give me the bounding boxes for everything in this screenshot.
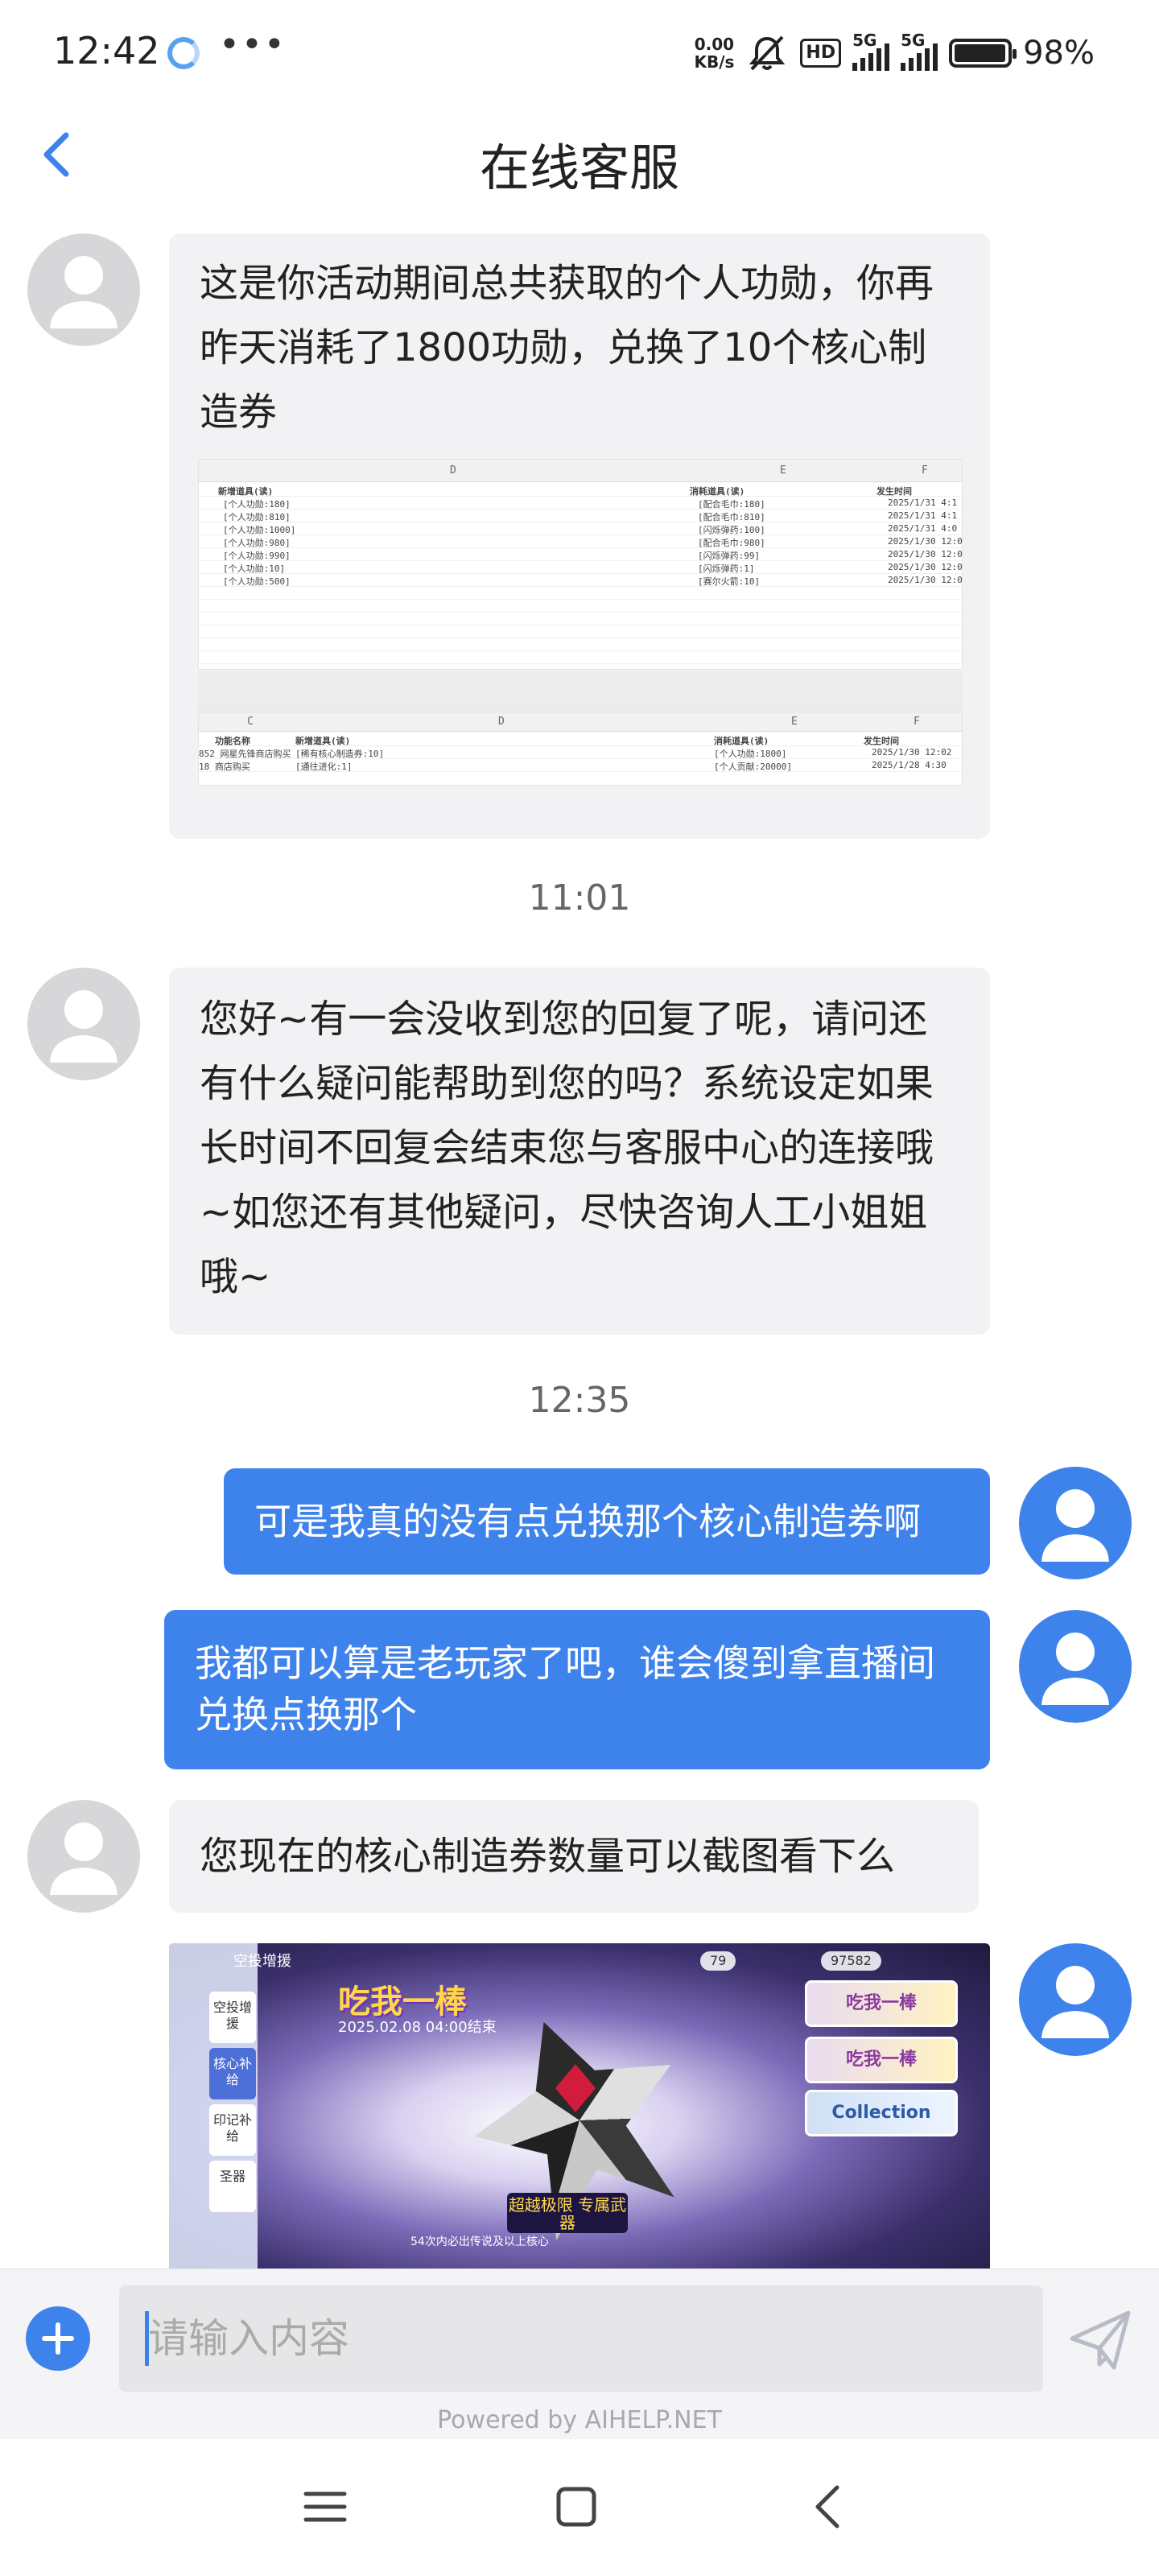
- user-message-bubble: 我都可以算是老玩家了吧，谁会傻到拿直播间兑换点换那个: [164, 1610, 990, 1769]
- table-row: 18 商店购买 [通往进化:1] [个人贡献:20000] 2025/1/28 …: [199, 759, 962, 772]
- system-back-button[interactable]: [797, 2475, 861, 2539]
- send-button[interactable]: [1064, 2303, 1136, 2376]
- agent-avatar: [27, 1800, 140, 1913]
- home-icon: [556, 2487, 596, 2527]
- agent-avatar: [27, 233, 140, 346]
- menu-icon: [303, 2491, 347, 2522]
- message-input[interactable]: [119, 2285, 1043, 2392]
- game-tab-active: 核心补给: [209, 2048, 256, 2099]
- chat-messages[interactable]: 这是你活动期间总共获取的个人功勋，你再昨天消耗了1800功勋，兑换了10个核心制…: [0, 209, 1159, 2270]
- network-speed-unit: KB/s: [694, 52, 735, 72]
- table-row: [个人功勋:1000] [闪烁弹药:100] 2025/1/31 4:0: [199, 522, 962, 535]
- network-speed: 0.00 KB/s: [694, 35, 734, 71]
- table-row: [个人功勋:500] [赛尔火箭:10] 2025/1/30 12:0: [199, 574, 962, 587]
- sheet-header-row: 新增道具(读) 消耗道具(读) 发生时间: [199, 484, 962, 497]
- add-attachment-button[interactable]: [26, 2306, 90, 2371]
- game-footer-text: 54次内必出传说及以上核心: [410, 2235, 549, 2248]
- table-row: [个人功勋:980] [配合毛巾:980] 2025/1/30 12:0: [199, 535, 962, 548]
- send-icon: [1070, 2310, 1131, 2370]
- person-icon: [50, 1823, 118, 1895]
- col-c: C: [247, 716, 254, 728]
- message-text: 您现在的核心制造券数量可以截图看下么: [200, 1834, 896, 1879]
- user-avatar: [1019, 1610, 1132, 1723]
- table-row: [个人功勋:990] [闪烁弹药:99] 2025/1/30 12:0: [199, 548, 962, 561]
- mute-icon: [749, 35, 786, 71]
- signal-strength-icon: 5G: [852, 31, 890, 71]
- spreadsheet-screenshot-2[interactable]: C D E F 功能名称 新增道具(读) 消耗道具(读) 发生时间 852 网星…: [198, 712, 963, 786]
- message-text: 我都可以算是老玩家了吧，谁会傻到拿直播间兑换点换那个: [195, 1641, 935, 1736]
- col-d: D: [450, 464, 456, 477]
- person-icon: [1041, 1489, 1109, 1562]
- back-icon: [815, 2485, 839, 2529]
- game-banner: 吃我一棒: [805, 1980, 958, 2027]
- message-timestamp: 11:01: [528, 877, 631, 919]
- game-tab: 空投增援: [209, 1992, 256, 2043]
- status-time: 12:42: [53, 29, 160, 72]
- col-d: D: [498, 716, 505, 728]
- status-bar: 12:42 ••• 0.00 KB/s HD 5G 5G 98%: [0, 0, 1159, 105]
- col-f: F: [922, 464, 928, 477]
- composer-bar: Powered by AIHELP.NET: [0, 2268, 1159, 2439]
- game-currency: 79: [700, 1951, 736, 1971]
- user-avatar: [1019, 1943, 1132, 2056]
- game-weapon-badge: 超越极限 专属武器: [507, 2193, 628, 2233]
- game-event-date: 2025.02.08 04:00结束: [338, 2019, 497, 2036]
- more-notifications-icon: •••: [219, 24, 287, 65]
- battery-fill: [955, 44, 1005, 62]
- person-icon: [1041, 1633, 1109, 1705]
- system-nav-bar: [0, 2439, 1159, 2576]
- agent-message-bubble: 您现在的核心制造券数量可以截图看下么: [169, 1800, 979, 1913]
- message-timestamp: 12:35: [528, 1380, 631, 1421]
- message-text: 您好~有一会没收到您的回复了呢，请问还有什么疑问能帮助到您的吗？系统设定如果长时…: [200, 997, 934, 1299]
- h-cost: 消耗道具(读): [690, 486, 745, 497]
- signal-label-2: 5G: [901, 31, 926, 50]
- table-row: 852 网星先锋商店购买 [稀有核心制造券:10] [个人功勋:1800] 20…: [199, 746, 962, 759]
- col-e: E: [780, 464, 786, 477]
- agent-message-bubble: 您好~有一会没收到您的回复了呢，请问还有什么疑问能帮助到您的吗？系统设定如果长时…: [169, 968, 990, 1335]
- signal-label: 5G: [852, 31, 877, 50]
- header: 在线客服: [0, 105, 1159, 209]
- game-banner: 吃我一棒: [805, 2037, 958, 2083]
- hd-voice-icon: HD: [800, 39, 842, 68]
- game-tab: 印记补给: [209, 2104, 256, 2156]
- user-message-bubble: 可是我真的没有点兑换那个核心制造券啊: [224, 1468, 990, 1575]
- powered-by-text: Powered by AIHELP.NET: [437, 2406, 722, 2434]
- message-text: 这是你活动期间总共获取的个人功勋，你再昨天消耗了1800功勋，兑换了10个核心制…: [200, 261, 934, 435]
- game-banner: Collection: [805, 2090, 958, 2136]
- h-add: 新增道具(读): [218, 486, 274, 497]
- message-text: 可是我真的没有点兑换那个核心制造券啊: [254, 1500, 921, 1543]
- status-indicators: 0.00 KB/s HD 5G 5G 98%: [694, 29, 1095, 77]
- user-avatar: [1019, 1467, 1132, 1579]
- signal-strength-icon-2: 5G: [901, 31, 938, 71]
- person-icon: [50, 256, 118, 328]
- col-f: F: [914, 716, 920, 728]
- table-row: [个人功勋:180] [配合毛巾:180] 2025/1/31 4:1: [199, 497, 962, 510]
- home-button[interactable]: [544, 2475, 608, 2539]
- table-row: [个人功勋:10] [闪烁弹药:1] 2025/1/30 12:0: [199, 561, 962, 574]
- recent-apps-button[interactable]: [293, 2475, 357, 2539]
- spreadsheet-screenshot[interactable]: D E F 新增道具(读) 消耗道具(读) 发生时间 [个人功勋:180] [配合…: [198, 459, 963, 670]
- person-icon: [1041, 1966, 1109, 2038]
- sheet-header-row: 功能名称 新增道具(读) 消耗道具(读) 发生时间: [199, 733, 962, 746]
- agent-avatar: [27, 968, 140, 1080]
- game-nav-title: 空投增援: [233, 1953, 291, 1970]
- sheet-column-header: C D E F: [199, 712, 962, 732]
- game-tab: 圣器: [209, 2161, 256, 2212]
- h-time: 发生时间: [876, 486, 912, 497]
- screenshot-divider: [198, 671, 963, 712]
- battery-icon: [949, 39, 1017, 68]
- text-cursor: [145, 2311, 149, 2366]
- battery-percent: 98%: [1023, 35, 1095, 72]
- network-speed-value: 0.00: [694, 35, 735, 54]
- page-title: 在线客服: [479, 138, 679, 197]
- table-row: [个人功勋:810] [配合毛巾:810] 2025/1/31 4:1: [199, 510, 962, 522]
- sheet-column-header: D E F: [199, 460, 962, 482]
- col-e: E: [791, 716, 798, 728]
- game-currency: 97582: [821, 1951, 881, 1971]
- game-screenshot-image[interactable]: 空投增援 核心补给 印记补给 圣器 空投增援 79 97582 吃我一棒 202…: [169, 1943, 990, 2270]
- person-icon: [50, 990, 118, 1063]
- app-notification-icon: [167, 37, 200, 69]
